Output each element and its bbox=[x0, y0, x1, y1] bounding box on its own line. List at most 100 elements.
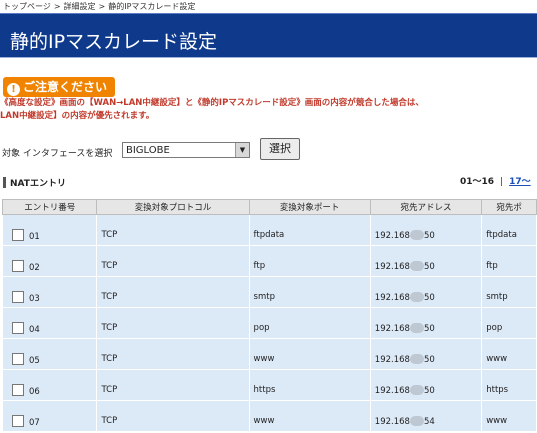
redacted-mark bbox=[409, 323, 424, 333]
protocol-value: TCP bbox=[101, 416, 118, 426]
entry-number: 02 bbox=[29, 263, 40, 273]
address-cell: 192.168 54 bbox=[369, 400, 483, 432]
table-row: 07 TCP www 192.168 54 www bbox=[1, 400, 537, 432]
port-cell: pop bbox=[248, 307, 371, 339]
address-prefix: 192.168 bbox=[374, 262, 410, 272]
address-prefix: 192.168 bbox=[374, 355, 410, 365]
address-cell: 192.168 50 bbox=[369, 307, 483, 339]
dest-port-cell: ftpdata bbox=[481, 214, 537, 246]
dest-port-value: www bbox=[486, 416, 508, 426]
protocol-cell: TCP bbox=[96, 400, 250, 432]
dest-port-value: pop bbox=[486, 323, 503, 333]
address-cell: 192.168 50 bbox=[369, 276, 483, 308]
title-strip bbox=[0, 57, 537, 64]
port-value: pop bbox=[253, 323, 270, 333]
chevron-down-icon[interactable]: ▼ bbox=[235, 143, 249, 157]
caution-notice-line2: LAN中継設定】の内容が優先されます。 bbox=[0, 111, 155, 121]
entry-number: 05 bbox=[29, 356, 40, 366]
address-suffix: 50 bbox=[423, 324, 435, 334]
row-checkbox[interactable] bbox=[12, 322, 24, 334]
entry-number: 06 bbox=[29, 387, 40, 397]
table-row: 05 TCP www 192.168 50 www bbox=[1, 338, 537, 370]
port-cell: ftpdata bbox=[248, 214, 371, 246]
breadcrumb-advanced-link[interactable]: 詳細設定 bbox=[64, 2, 96, 11]
address-prefix: 192.168 bbox=[374, 293, 410, 303]
protocol-value: TCP bbox=[101, 261, 118, 271]
col-header-dest-port: 宛先ポ bbox=[481, 199, 537, 215]
entry-number: 07 bbox=[29, 418, 40, 428]
address-suffix: 50 bbox=[423, 355, 435, 365]
col-header-dest-address: 宛先アドレス bbox=[369, 199, 483, 215]
row-checkbox[interactable] bbox=[12, 353, 24, 365]
pager-separator: | bbox=[500, 177, 504, 187]
address-suffix: 54 bbox=[423, 417, 435, 427]
protocol-value: TCP bbox=[101, 354, 118, 364]
table-row: 02 TCP ftp 192.168 50 ftp bbox=[1, 245, 537, 277]
protocol-value: TCP bbox=[101, 323, 118, 333]
page-title: 静的IPマスカレード設定 bbox=[10, 31, 218, 53]
redacted-mark bbox=[409, 292, 424, 302]
select-button[interactable]: 選択 bbox=[260, 138, 300, 160]
caution-label: ご注意ください bbox=[23, 80, 108, 94]
section-bar-icon bbox=[3, 177, 6, 188]
protocol-value: TCP bbox=[101, 385, 118, 395]
table-row: 01 TCP ftpdata 192.168 50 ftpdata bbox=[1, 214, 537, 246]
entry-number: 03 bbox=[29, 294, 40, 304]
pager-next-link[interactable]: 17～ bbox=[509, 177, 531, 187]
address-value: 192.168 50 bbox=[375, 323, 481, 334]
interface-select-value: BIGLOBE bbox=[126, 145, 170, 156]
caution-badge: ! ご注意ください bbox=[3, 77, 116, 97]
address-suffix: 50 bbox=[423, 293, 435, 303]
breadcrumb-separator: > bbox=[98, 2, 106, 11]
redacted-mark bbox=[409, 416, 424, 426]
redacted-mark bbox=[409, 230, 424, 240]
interface-select[interactable]: BIGLOBE ▼ bbox=[122, 142, 250, 158]
protocol-cell: TCP bbox=[96, 369, 250, 401]
dest-port-cell: ftp bbox=[481, 245, 537, 277]
row-checkbox[interactable] bbox=[12, 229, 24, 241]
section-title-text: NATエントリ bbox=[10, 179, 66, 189]
row-checkbox[interactable] bbox=[12, 260, 24, 272]
breadcrumb-separator: > bbox=[53, 2, 61, 11]
row-checkbox[interactable] bbox=[12, 415, 24, 427]
entry-cell: 05 bbox=[1, 338, 98, 370]
caution-notice: 《高度な設定》画面の【WAN→LAN中継設定】と《静的IPマスカレード設定》画面… bbox=[0, 97, 537, 123]
address-suffix: 50 bbox=[423, 231, 435, 241]
table-row: 03 TCP smtp 192.168 50 smtp bbox=[1, 276, 537, 308]
protocol-cell: TCP bbox=[96, 214, 250, 246]
dest-port-cell: smtp bbox=[481, 276, 537, 308]
breadcrumb-top-link[interactable]: トップページ bbox=[3, 2, 51, 11]
row-checkbox[interactable] bbox=[12, 384, 24, 396]
protocol-cell: TCP bbox=[96, 338, 250, 370]
entry-cell: 01 bbox=[1, 214, 98, 246]
port-cell: www bbox=[248, 338, 371, 370]
pager: 01～16 | 17～ bbox=[460, 174, 531, 187]
table-row: 04 TCP pop 192.168 50 pop bbox=[1, 307, 537, 339]
port-cell: www bbox=[248, 400, 371, 432]
protocol-cell: TCP bbox=[96, 245, 250, 277]
redacted-mark bbox=[409, 354, 424, 364]
port-value: ftp bbox=[253, 261, 266, 271]
port-value: smtp bbox=[253, 292, 275, 302]
port-cell: https bbox=[248, 369, 371, 401]
table-header-row: エントリ番号 変換対象プロトコル 変換対象ポート 宛先アドレス 宛先ポ bbox=[1, 199, 537, 215]
redacted-mark bbox=[409, 261, 424, 271]
port-value: https bbox=[253, 385, 276, 395]
protocol-value: TCP bbox=[101, 230, 118, 240]
dest-port-cell: www bbox=[481, 338, 537, 370]
address-prefix: 192.168 bbox=[374, 386, 410, 396]
dest-port-value: ftp bbox=[486, 261, 498, 271]
row-checkbox[interactable] bbox=[12, 291, 24, 303]
port-value: www bbox=[253, 416, 275, 426]
dest-port-value: https bbox=[486, 385, 509, 395]
address-value: 192.168 50 bbox=[375, 385, 481, 396]
dest-port-cell: https bbox=[481, 369, 537, 401]
interface-select-label: 対象 インタフェースを選択 bbox=[2, 149, 113, 159]
redacted-mark bbox=[409, 385, 424, 395]
dest-port-value: ftpdata bbox=[486, 230, 517, 240]
address-value: 192.168 54 bbox=[375, 416, 481, 427]
dest-port-value: www bbox=[486, 354, 508, 364]
breadcrumb-current: 静的IPマスカレード設定 bbox=[108, 2, 196, 11]
address-value: 192.168 50 bbox=[375, 261, 481, 272]
entry-number: 01 bbox=[29, 232, 40, 242]
